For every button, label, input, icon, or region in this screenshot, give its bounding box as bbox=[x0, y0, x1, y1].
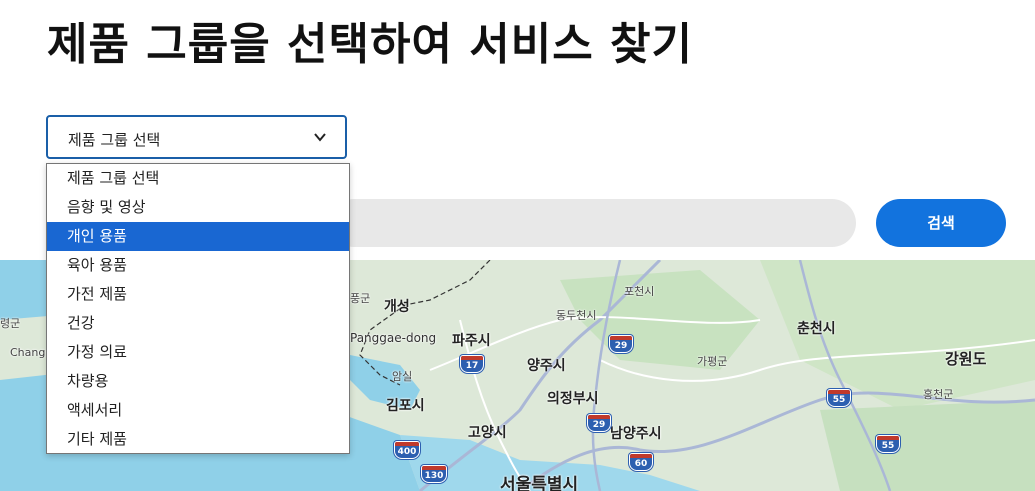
map-label-dongducheon: 동두천시 bbox=[556, 309, 597, 322]
map-label-amsil: 암실 bbox=[392, 370, 413, 383]
option-home-appliance[interactable]: 가전 제품 bbox=[47, 280, 349, 309]
map-label-gapyeong: 가평군 bbox=[697, 355, 728, 368]
highway-60-shield: 60 bbox=[629, 453, 653, 471]
map-label-uijeongbu: 의정부시 bbox=[547, 391, 599, 407]
highway-55-shield: 55 bbox=[827, 389, 851, 407]
map-label-hongcheon: 홍천군 bbox=[923, 388, 954, 401]
search-input[interactable] bbox=[330, 199, 856, 247]
highway-130-shield: 130 bbox=[421, 465, 447, 483]
option-health[interactable]: 건강 bbox=[47, 309, 349, 338]
page-title: 제품 그룹을 선택하여 서비스 찾기 bbox=[47, 19, 693, 70]
map-label-gangwon: 강원도 bbox=[945, 350, 987, 368]
option-home-medical[interactable]: 가정 의료 bbox=[47, 338, 349, 367]
map-label-chang: Changs bbox=[10, 346, 52, 359]
highway-29-shield-2: 29 bbox=[587, 414, 611, 432]
map-label-gimpo: 김포시 bbox=[386, 398, 425, 414]
map-label-panggae: Panggae-dong bbox=[350, 331, 437, 345]
map-label-gun-left: 령군 bbox=[0, 317, 21, 330]
highway-29-shield: 29 bbox=[609, 335, 633, 353]
option-baby-care[interactable]: 육아 용품 bbox=[47, 251, 349, 280]
product-group-select[interactable]: 제품 그룹 선택 bbox=[46, 115, 347, 159]
highway-400-shield: 400 bbox=[394, 441, 420, 459]
search-button[interactable]: 검색 bbox=[876, 199, 1006, 247]
option-accessories[interactable]: 액세서리 bbox=[47, 396, 349, 425]
highway-17-shield: 17 bbox=[460, 355, 484, 373]
select-value: 제품 그룹 선택 bbox=[68, 131, 161, 149]
option-automotive[interactable]: 차량용 bbox=[47, 367, 349, 396]
map-label-gaeseong: 개성 bbox=[384, 299, 410, 315]
option-select-group[interactable]: 제품 그룹 선택 bbox=[47, 164, 349, 193]
map-label-chuncheon: 춘천시 bbox=[797, 321, 836, 337]
option-other-products[interactable]: 기타 제품 bbox=[47, 425, 349, 454]
map-label-gun-mid: 풍군 bbox=[350, 292, 371, 305]
map-label-goyang: 고양시 bbox=[468, 425, 507, 441]
map-label-pocheon: 포천시 bbox=[624, 285, 655, 298]
product-group-dropdown[interactable]: 제품 그룹 선택 음향 및 영상 개인 용품 육아 용품 가전 제품 건강 가정… bbox=[46, 163, 350, 454]
map-label-yangju: 양주시 bbox=[527, 358, 566, 374]
option-audio-video[interactable]: 음향 및 영상 bbox=[47, 193, 349, 222]
forest-3 bbox=[820, 400, 1035, 491]
map-label-paju: 파주시 bbox=[452, 333, 491, 349]
chevron-down-icon bbox=[314, 133, 326, 142]
map-label-namyangju: 남양주시 bbox=[610, 426, 662, 442]
highway-55-shield-2: 55 bbox=[876, 435, 900, 453]
map-label-seoul: 서울특별시 bbox=[500, 475, 579, 491]
option-personal-care[interactable]: 개인 용품 bbox=[47, 222, 349, 251]
